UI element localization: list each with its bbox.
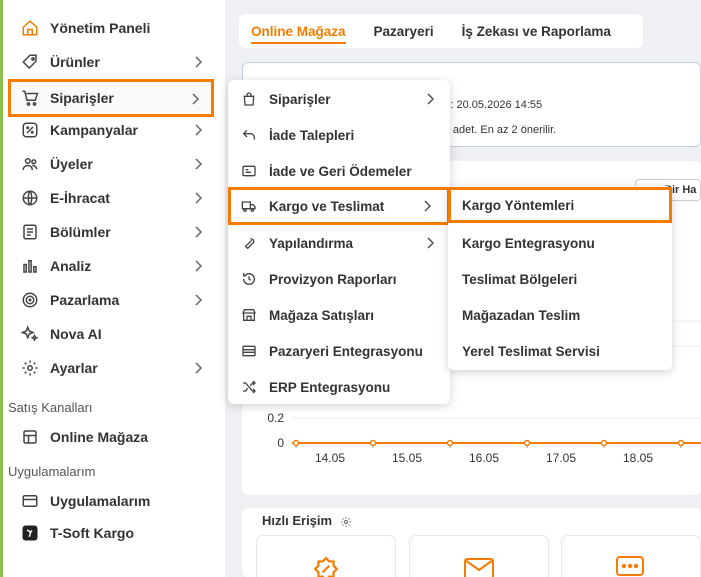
menu-item-shipping-delivery[interactable]: Kargo ve Teslimat: [228, 187, 450, 225]
tsoft-kargo-logo-icon: [20, 523, 40, 543]
sidebar-item-tsoft-kargo[interactable]: T-Soft Kargo: [8, 516, 214, 550]
chevron-right-icon: [190, 122, 206, 138]
refund-icon: [240, 162, 258, 180]
chart-x-tick-label: 14.05: [315, 451, 345, 465]
sidebar-item-export[interactable]: E-İhracat: [8, 181, 214, 215]
menu-item-erp-integration[interactable]: ERP Entegrasyonu: [228, 369, 450, 405]
quick-card-mail[interactable]: [410, 536, 548, 577]
sidebar-item-analytics[interactable]: Analiz: [8, 249, 214, 283]
return-icon: [240, 126, 258, 144]
chevron-right-icon: [190, 156, 206, 172]
apps-icon: [20, 491, 40, 511]
truck-icon: [240, 197, 258, 215]
globe-icon: [20, 188, 40, 208]
submenu-item-delivery-zones[interactable]: Teslimat Bölgeleri: [448, 261, 672, 297]
chart-point: [292, 439, 300, 447]
chevron-right-icon: [190, 190, 206, 206]
menu-item-return-requests[interactable]: İade Talepleri: [228, 117, 450, 153]
bag-icon: [240, 90, 258, 108]
sidebar-item-orders[interactable]: Siparişler: [8, 79, 214, 117]
sidebar: Yönetim Paneli Ürünler Siparişler Kampan…: [0, 0, 225, 577]
sidebar-item-sections[interactable]: Bölümler: [8, 215, 214, 249]
chart-point: [523, 439, 531, 447]
chevron-right-icon: [190, 258, 206, 274]
chart-x-tick-label: 15.05: [392, 451, 422, 465]
tab-online-store[interactable]: Online Mağaza: [239, 14, 358, 48]
orders-dropdown-menu: Siparişler İade Talepleri İade ve Geri Ö…: [228, 80, 450, 404]
submenu-item-local-delivery[interactable]: Yerel Teslimat Servisi: [448, 333, 672, 369]
sales-channels-label: Satış Kanalları: [8, 400, 93, 415]
gear-icon[interactable]: [340, 516, 352, 528]
tag-icon: [20, 52, 40, 72]
users-icon: [20, 154, 40, 174]
gear-icon: [20, 358, 40, 378]
marketplace-icon: [240, 342, 258, 360]
sidebar-item-members[interactable]: Üyeler: [8, 147, 214, 181]
tab-marketplace[interactable]: Pazaryeri: [362, 14, 446, 48]
chart-icon: [20, 256, 40, 276]
target-icon: [20, 290, 40, 310]
menu-item-configuration[interactable]: Yapılandırma: [228, 225, 450, 261]
sidebar-item-products[interactable]: Ürünler: [8, 45, 214, 79]
channel-tabs: Online Mağaza Pazaryeri İş Zekası ve Rap…: [239, 14, 643, 48]
sidebar-item-apps[interactable]: Uygulamalarım: [8, 484, 214, 518]
mail-icon: [464, 558, 494, 577]
chevron-right-icon: [422, 91, 438, 107]
sidebar-item-dashboard[interactable]: Yönetim Paneli: [8, 11, 214, 45]
chevron-right-icon: [190, 360, 206, 376]
sidebar-item-settings[interactable]: Ayarlar: [8, 351, 214, 385]
chevron-right-icon: [187, 91, 203, 107]
sidebar-item-marketing[interactable]: Pazarlama: [8, 283, 214, 317]
chevron-right-icon: [419, 198, 435, 214]
chart-y-tick-label: 0: [277, 436, 284, 450]
menu-item-marketplace-integration[interactable]: Pazaryeri Entegrasyonu: [228, 333, 450, 369]
sidebar-accent-strip: [0, 0, 3, 577]
discount-icon: [20, 120, 40, 140]
chevron-right-icon: [190, 224, 206, 240]
chart-point: [369, 439, 377, 447]
home-icon: [20, 18, 40, 38]
store-icon: [240, 306, 258, 324]
chevron-right-icon: [190, 54, 206, 70]
chart-point: [600, 439, 608, 447]
tab-business-intelligence[interactable]: İş Zekası ve Raporlama: [450, 14, 623, 48]
menu-item-provision-reports[interactable]: Provizyon Raporları: [228, 261, 450, 297]
sidebar-item-online-store[interactable]: Online Mağaza: [8, 420, 214, 454]
menu-item-store-sales[interactable]: Mağaza Satışları: [228, 297, 450, 333]
chart-point: [677, 439, 685, 447]
wrench-icon: [240, 234, 258, 252]
submenu-item-shipping-integration[interactable]: Kargo Entegrasyonu: [448, 225, 672, 261]
chart-x-tick-label: 18.05: [623, 451, 653, 465]
quick-access-title: Hızlı Erişim: [262, 513, 352, 528]
sections-icon: [20, 222, 40, 242]
chart-y-tick-label: 0.2: [267, 411, 284, 425]
sidebar-item-nova-ai[interactable]: Nova AI: [8, 317, 214, 351]
chevron-right-icon: [190, 292, 206, 308]
shipping-submenu: Kargo Yöntemleri Kargo Entegrasyonu Tesl…: [448, 186, 672, 370]
sparkle-icon: [20, 324, 40, 344]
chart-x-tick-label: 16.05: [469, 451, 499, 465]
quick-card-messages[interactable]: [562, 536, 700, 577]
cart-icon: [20, 88, 40, 108]
chart-x-tick-label: 17.05: [546, 451, 576, 465]
menu-item-returns-refunds[interactable]: İade ve Geri Ödemeler: [228, 153, 450, 189]
shuffle-icon: [240, 378, 258, 396]
store-icon: [20, 427, 40, 447]
chevron-right-icon: [422, 235, 438, 251]
history-icon: [240, 270, 258, 288]
discount-badge-icon: [313, 556, 339, 577]
chat-icon: [616, 556, 644, 577]
submenu-item-shipping-methods[interactable]: Kargo Yöntemleri: [448, 187, 672, 223]
sidebar-item-campaigns[interactable]: Kampanyalar: [8, 113, 214, 147]
submenu-item-store-pickup[interactable]: Mağazadan Teslim: [448, 297, 672, 333]
quick-card-campaign[interactable]: [257, 536, 395, 577]
apps-label: Uygulamalarım: [8, 464, 96, 479]
menu-item-orders[interactable]: Siparişler: [228, 81, 450, 117]
quick-access-panel: Hızlı Erişim: [242, 508, 701, 577]
chart-point: [446, 439, 454, 447]
